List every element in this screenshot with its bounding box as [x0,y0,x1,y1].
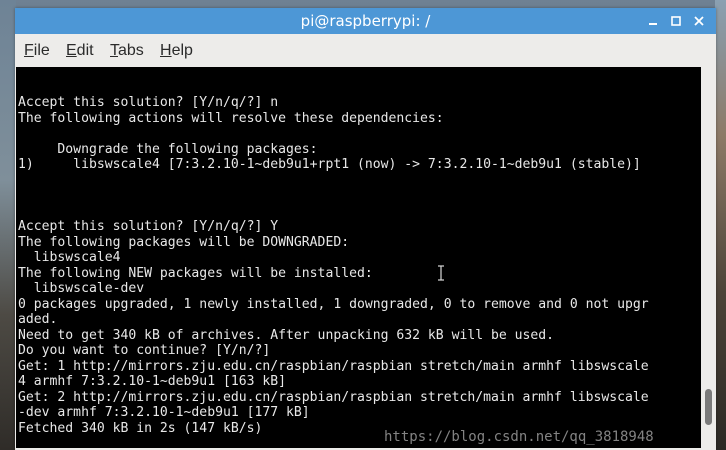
terminal-line: Downgrade the following packages: [18,141,318,157]
terminal-line: libswscale-dev [18,281,145,296]
minimize-icon [649,23,657,25]
menu-edit-mnemonic: E [66,42,77,59]
terminal-line: Get: 1 http://mirrors.zju.edu.cn/raspbia… [18,358,649,374]
terminal-line: The following NEW packages will be insta… [18,265,373,281]
menu-edit[interactable]: Edit [66,42,94,60]
minimize-button[interactable] [643,11,663,31]
scrollbar-thumb[interactable] [705,389,712,426]
terminal-line: Accept this solution? [Y/n/q/?] Y [18,219,279,234]
menu-tabs-label: abs [118,42,144,59]
menu-help-mnemonic: H [160,42,172,59]
terminal-line: The following actions will resolve these… [18,110,444,126]
text-cursor-icon [438,265,444,281]
terminal-line: 1) libswscale4 [7:3.2.10-1~deb9u1+rpt1 (… [18,157,641,172]
menu-file-label: ile [33,42,50,59]
close-button[interactable] [689,11,709,31]
maximize-button[interactable] [666,11,686,31]
terminal-line: libswscale4 [18,250,121,265]
vertical-scrollbar[interactable] [701,67,716,448]
watermark-url: https://blog.csdn.net/qq_3818948 [384,429,654,445]
terminal-line: 4 armhf 7:3.2.10-1~deb9u1 [163 kB] [18,374,287,389]
terminal-text[interactable]: Accept this solution? [Y/n/q/?] n The fo… [18,95,649,436]
menu-bar: File Edit Tabs Help [15,34,716,67]
menu-tabs[interactable]: Tabs [110,42,144,60]
terminal-line: -dev armhf 7:3.2.10-1~deb9u1 [177 kB] [18,405,310,420]
maximize-icon [671,16,681,26]
desktop-background-right [715,0,726,450]
terminal-line: Accept this solution? [Y/n/q/?] n [18,95,279,110]
menu-file-mnemonic: F [24,42,34,59]
terminal-output-area[interactable]: Accept this solution? [Y/n/q/?] n The fo… [16,67,701,448]
menu-tabs-mnemonic: T [110,42,118,59]
terminal-line: Do you want to continue? [Y/n/?] [18,343,271,358]
menu-edit-label: dit [76,42,94,59]
title-bar[interactable]: pi@raspberrypi: / [15,8,716,34]
terminal-line: aded. [18,312,58,327]
terminal-line: Get: 2 http://mirrors.zju.edu.cn/raspbia… [18,389,649,405]
menu-file[interactable]: File [24,42,50,60]
window-title: pi@raspberrypi: / [300,12,431,30]
menu-help[interactable]: Help [160,42,193,60]
terminal-line: Need to get 340 kB of archives. After un… [18,327,555,343]
close-icon [694,16,704,26]
terminal-line: The following packages will be DOWNGRADE… [18,234,350,250]
terminal-window: pi@raspberrypi: / File Edit Tabs Help Ac… [15,8,716,450]
desktop-background-left [0,0,16,450]
menu-help-label: elp [171,42,193,59]
terminal-line: 0 packages upgraded, 1 newly installed, … [18,296,649,312]
terminal-line: Fetched 340 kB in 2s (147 kB/s) [18,420,263,436]
